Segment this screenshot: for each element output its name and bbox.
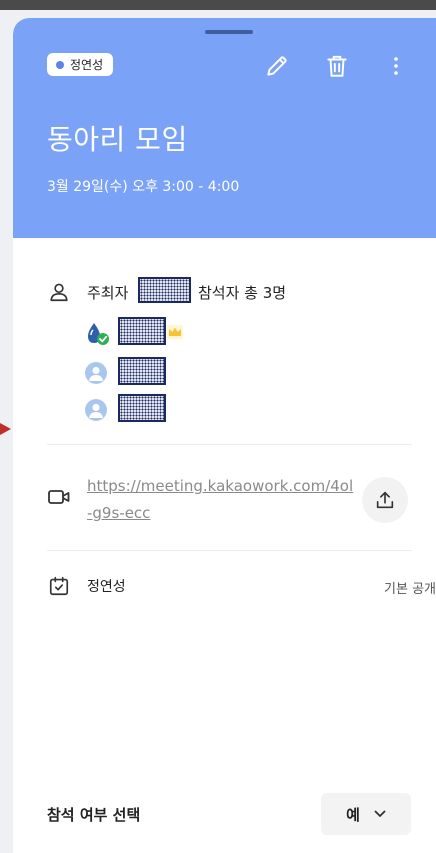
attendee-summary: 참석자 총 3명 [198, 284, 287, 302]
calendar-color-dot [56, 60, 64, 69]
attendance-selected-value: 예 [346, 805, 360, 824]
visibility-setting: 기본 공개 [384, 582, 436, 597]
host-avatar [85, 321, 109, 345]
attendance-label: 참석 여부 선택 [47, 806, 141, 824]
pencil-icon[interactable] [263, 52, 291, 80]
calendar-owner-badge: 정연성 [47, 53, 114, 76]
attendee-avatar [85, 399, 107, 421]
attendee-name-redacted [118, 394, 166, 422]
event-title: 동아리 모임 [47, 123, 188, 156]
video-meeting-link[interactable]: https://meeting.kakaowork.com/4ol-g9s-ec… [87, 473, 357, 527]
attendee-name-redacted [118, 317, 166, 345]
more-vertical-icon[interactable] [382, 52, 410, 80]
crown-icon [165, 322, 185, 342]
host-label: 주최자 [87, 284, 129, 302]
event-detail-sheet: 정연성 동아리 모임 3월 29일(수) 오후 3:00 - 4:00 주최자 … [13, 18, 436, 853]
chevron-down-icon [374, 810, 386, 817]
drag-handle[interactable] [205, 30, 253, 34]
share-upload-icon [376, 491, 394, 509]
trash-icon[interactable] [323, 52, 351, 80]
top-window-strip [0, 0, 436, 10]
event-datetime: 3월 29일(수) 오후 3:00 - 4:00 [47, 179, 240, 195]
section-divider [47, 444, 412, 445]
calendar-owner: 정연성 [87, 579, 126, 595]
attendance-select[interactable]: 예 [321, 793, 411, 835]
person-icon [47, 280, 71, 304]
attendee-avatar [85, 362, 107, 384]
pointer-arrow-icon [0, 423, 11, 435]
section-divider [47, 550, 412, 551]
video-camera-icon [47, 485, 71, 509]
attendee-name-redacted [118, 357, 166, 385]
share-button[interactable] [362, 477, 408, 523]
owner-badge-label: 정연성 [70, 58, 104, 72]
calendar-check-icon [47, 574, 71, 598]
host-name-redacted [138, 277, 191, 303]
event-header: 정연성 동아리 모임 3월 29일(수) 오후 3:00 - 4:00 [13, 18, 436, 238]
